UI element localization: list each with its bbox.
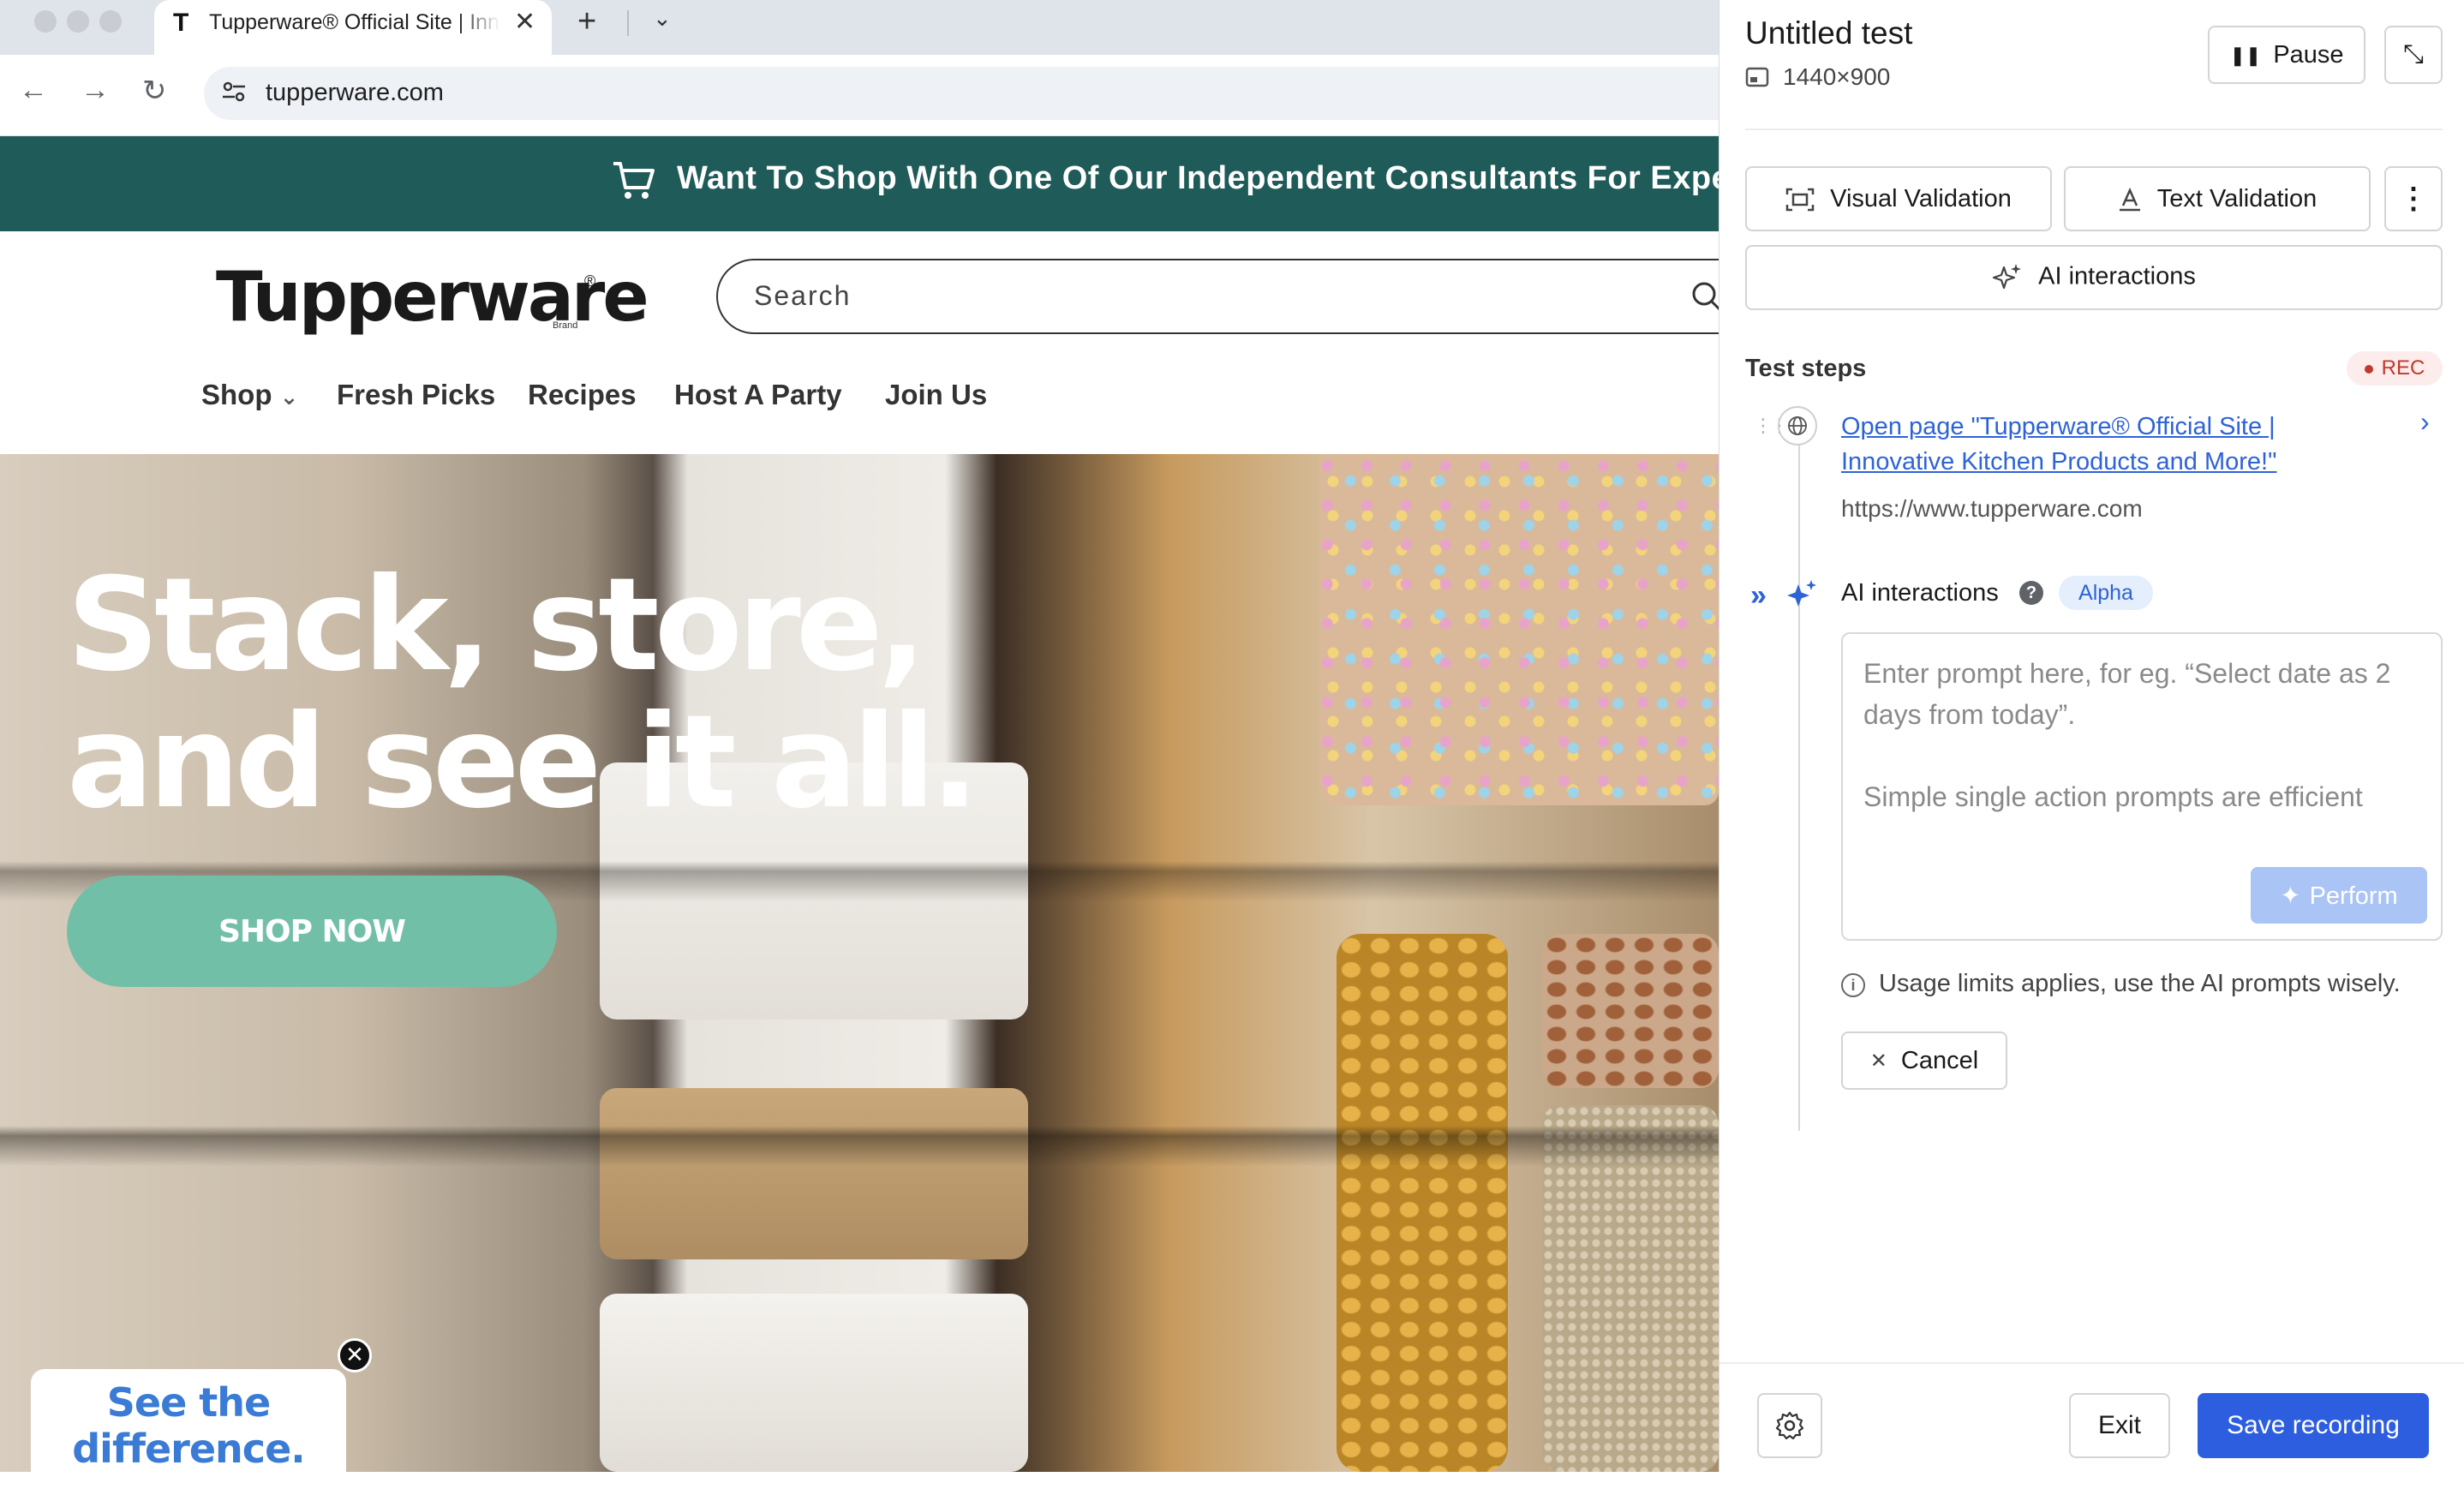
kebab-menu-icon: ⋮ [2399, 182, 2428, 215]
shop-now-button[interactable]: SHOP NOW [67, 876, 557, 987]
step-expand-chevron-icon[interactable]: › [2420, 406, 2430, 438]
window-close-dot[interactable] [34, 10, 57, 33]
ai-prompt-input[interactable] [1862, 651, 2427, 852]
viewport-resolution: 1440×900 [1783, 63, 1891, 90]
ai-prompt-box: ✦ Perform [1841, 632, 2443, 941]
site-search[interactable] [716, 259, 1779, 334]
ai-sparkle-icon [1787, 580, 1816, 607]
usage-limits-note: Usage limits applies, use the AI prompts… [1879, 970, 2401, 997]
site-header: Tupperware ® Brand Shop ⌄ Fresh Picks Re… [0, 231, 1779, 454]
nav-shop-label: Shop [201, 379, 272, 410]
step-open-page-link[interactable]: Open page "Tupperware® Official Site | I… [1841, 410, 2355, 480]
popup-close-icon[interactable]: ✕ [338, 1338, 372, 1372]
nav-fresh-picks[interactable]: Fresh Picks [337, 379, 495, 411]
exit-button[interactable]: Exit [2069, 1393, 2170, 1458]
address-bar: ← → ↻ tupperware.com [0, 55, 1746, 136]
test-recorder-panel: Untitled test 1440×900 ❚❚ Pause ⤡ Visual … [1719, 0, 2464, 1472]
step-url: https://www.tupperware.com [1841, 495, 2143, 522]
close-icon: ✕ [1869, 1049, 1887, 1073]
perform-label: Perform [2309, 882, 2398, 910]
text-validation-button[interactable]: Text Validation [2064, 166, 2371, 231]
window-zoom-dot[interactable] [99, 10, 122, 33]
nav-join-us[interactable]: Join Us [885, 379, 987, 411]
nav-host-a-party[interactable]: Host A Party [674, 379, 842, 411]
visual-validation-label: Visual Validation [1830, 184, 2012, 212]
info-icon: i [1841, 973, 1865, 997]
reload-icon[interactable]: ↻ [142, 74, 167, 108]
pause-label: Pause [2273, 40, 2344, 69]
popup-text: See the difference. [72, 1379, 306, 1472]
double-chevron-icon[interactable]: » [1750, 579, 1767, 613]
logo-registered-mark: ® [584, 272, 596, 290]
ai-step-label: AI interactions [1841, 579, 1999, 607]
hero-banner: Stack, store, and see it all. SHOP NOW [0, 454, 1719, 1472]
globe-icon [1778, 406, 1817, 446]
text-validation-icon [2119, 187, 2140, 212]
promo-popup[interactable]: See the difference. [31, 1369, 346, 1489]
omnibox[interactable]: tupperware.com [204, 67, 1746, 120]
test-title[interactable]: Untitled test [1745, 15, 1912, 51]
back-arrow-icon[interactable]: ← [19, 74, 48, 107]
tab-search-chevron-icon[interactable]: ⌄ [653, 5, 672, 32]
site-settings-icon[interactable] [219, 77, 248, 106]
forward-arrow-icon[interactable]: → [81, 74, 110, 107]
nav-shop[interactable]: Shop ⌄ [201, 379, 298, 411]
pause-button[interactable]: ❚❚ Pause [2208, 26, 2365, 84]
new-tab-icon[interactable]: + [577, 3, 596, 40]
cancel-button[interactable]: ✕ Cancel [1841, 1032, 2007, 1090]
nav-recipes[interactable]: Recipes [528, 379, 637, 411]
help-icon[interactable]: ? [2019, 581, 2043, 605]
test-steps-heading: Test steps [1745, 355, 1867, 382]
save-recording-button[interactable]: Save recording [2198, 1393, 2429, 1458]
header-divider [1745, 129, 2443, 130]
tab-separator [627, 10, 629, 36]
chevron-down-icon: ⌄ [279, 384, 299, 410]
text-validation-label: Text Validation [2156, 184, 2317, 212]
rec-dot-icon [2364, 364, 2373, 374]
collapse-icon: ⤡ [2403, 40, 2424, 69]
logo-brand-tag: Brand [553, 320, 578, 331]
browser-tab-active[interactable]: T Tupperware® Official Site | Innovative… [154, 0, 552, 55]
perform-button[interactable]: ✦ Perform [2251, 867, 2427, 924]
url-text: tupperware.com [266, 79, 444, 106]
perform-sparkle-icon: ✦ [2280, 882, 2301, 910]
alpha-badge: Alpha [2059, 576, 2153, 610]
pause-icon: ❚❚ [2229, 44, 2262, 66]
tupperware-logo[interactable]: Tupperware [216, 257, 649, 337]
settings-button[interactable] [1757, 1393, 1822, 1458]
cancel-label: Cancel [1900, 1046, 1979, 1074]
tab-close-icon[interactable]: ✕ [514, 7, 535, 37]
browser-tab-strip: T Tupperware® Official Site | Innovative… [0, 0, 1719, 55]
tab-title: Tupperware® Official Site | Innovative K… [209, 10, 500, 34]
cart-icon [613, 162, 655, 199]
visual-validation-button[interactable]: Visual Validation [1745, 166, 2052, 231]
sparkle-icon [1993, 264, 2022, 290]
search-input[interactable] [752, 279, 1527, 313]
window-minimize-dot[interactable] [67, 10, 89, 33]
more-options-button[interactable]: ⋮ [2384, 166, 2443, 231]
rec-label: REC [2381, 356, 2425, 380]
ai-interactions-label: AI interactions [2038, 262, 2196, 290]
viewport-icon [1745, 67, 1769, 87]
rec-status-badge: REC [2347, 351, 2443, 386]
gear-icon [1775, 1411, 1804, 1440]
promo-banner[interactable]: Want To Shop With One Of Our Independent… [0, 136, 1719, 231]
tab-favicon-icon: T [173, 9, 189, 37]
footer-divider [1719, 1362, 2464, 1364]
visual-validation-icon [1785, 188, 1815, 212]
collapse-button[interactable]: ⤡ [2384, 26, 2443, 84]
steps-timeline [1798, 446, 1800, 1131]
promo-text: Want To Shop With One Of Our Independent… [677, 160, 1719, 196]
hero-headline: Stack, store, and see it all. [67, 551, 979, 837]
ai-interactions-button[interactable]: AI interactions [1745, 245, 2443, 310]
